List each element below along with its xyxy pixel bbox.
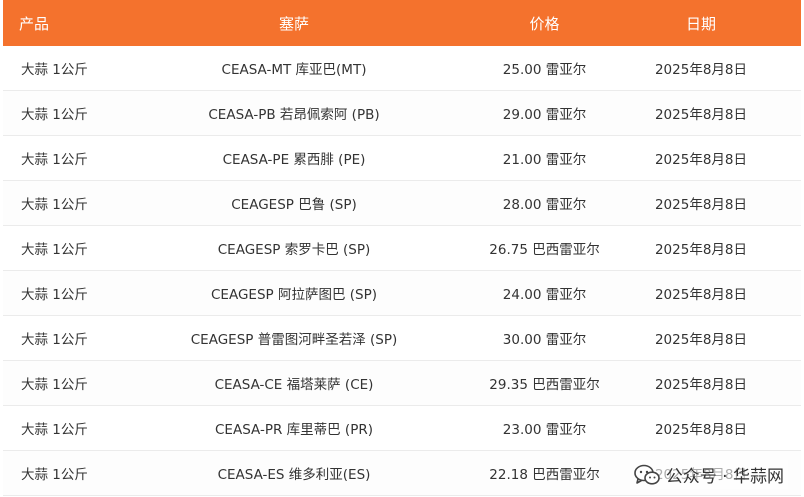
watermark-text: 公众号 · 华蒜网 <box>665 467 784 487</box>
cell-market: CEAGESP 巴鲁 (SP) <box>100 180 488 226</box>
cell-price: 23.00 雷亚尔 <box>488 405 601 451</box>
table-row: 大蒜 1公斤 CEASA-PR 库里蒂巴 (PR) 23.00 雷亚尔 2025… <box>3 405 801 451</box>
header-price[interactable]: 价格 <box>488 0 601 46</box>
price-table: 产品 塞萨 价格 日期 大蒜 1公斤 CEASA-MT 库亚巴(MT) 25.0… <box>3 0 801 496</box>
cell-product: 大蒜 1公斤 <box>3 90 100 136</box>
cell-product: 大蒜 1公斤 <box>3 405 100 451</box>
cell-product: 大蒜 1公斤 <box>3 180 100 226</box>
cell-market: CEAGESP 普雷图河畔圣若泽 (SP) <box>100 315 488 361</box>
cell-date: 2025年8月8日 <box>601 180 801 226</box>
cell-market: CEAGESP 阿拉萨图巴 (SP) <box>100 270 488 316</box>
cell-product: 大蒜 1公斤 <box>3 270 100 316</box>
cell-market: CEAGESP 索罗卡巴 (SP) <box>100 225 488 271</box>
cell-date: 2025年8月8日 <box>601 135 801 181</box>
cell-date: 2025年8月8日 <box>601 90 801 136</box>
price-table-container: 产品 塞萨 价格 日期 大蒜 1公斤 CEASA-MT 库亚巴(MT) 25.0… <box>0 0 804 497</box>
cell-market: CEASA-PR 库里蒂巴 (PR) <box>100 405 488 451</box>
cell-market: CEASA-MT 库亚巴(MT) <box>100 46 488 91</box>
cell-price: 25.00 雷亚尔 <box>488 46 601 91</box>
cell-price: 29.00 雷亚尔 <box>488 90 601 136</box>
header-product[interactable]: 产品 <box>3 0 100 46</box>
cell-price: 22.18 巴西雷亚尔 <box>488 450 601 496</box>
cell-market: CEASA-PB 若昂佩索阿 (PB) <box>100 90 488 136</box>
cell-product: 大蒜 1公斤 <box>3 450 100 496</box>
cell-date: 2025年8月8日 <box>601 360 801 406</box>
table-row: 大蒜 1公斤 CEAGESP 索罗卡巴 (SP) 26.75 巴西雷亚尔 202… <box>3 225 801 271</box>
cell-date: 2025年8月8日 <box>601 315 801 361</box>
table-row: 大蒜 1公斤 CEAGESP 普雷图河畔圣若泽 (SP) 30.00 雷亚尔 2… <box>3 315 801 361</box>
watermark: 公众号 · 华蒜网 <box>629 460 788 489</box>
cell-date: 2025年8月8日 <box>601 405 801 451</box>
cell-product: 大蒜 1公斤 <box>3 135 100 181</box>
cell-date: 2025年8月8日 <box>601 46 801 91</box>
cell-date: 2025年8月8日 <box>601 270 801 316</box>
table-row: 大蒜 1公斤 CEASA-PE 累西腓 (PE) 21.00 雷亚尔 2025年… <box>3 135 801 181</box>
table-row: 大蒜 1公斤 CEASA-MT 库亚巴(MT) 25.00 雷亚尔 2025年8… <box>3 46 801 91</box>
cell-product: 大蒜 1公斤 <box>3 360 100 406</box>
cell-price: 21.00 雷亚尔 <box>488 135 601 181</box>
table-row: 大蒜 1公斤 CEAGESP 巴鲁 (SP) 28.00 雷亚尔 2025年8月… <box>3 180 801 226</box>
cell-product: 大蒜 1公斤 <box>3 315 100 361</box>
table-row: 大蒜 1公斤 CEASA-PB 若昂佩索阿 (PB) 29.00 雷亚尔 202… <box>3 90 801 136</box>
cell-market: CEASA-CE 福塔莱萨 (CE) <box>100 360 488 406</box>
cell-product: 大蒜 1公斤 <box>3 46 100 91</box>
cell-date: 2025年8月8日 <box>601 225 801 271</box>
wechat-icon <box>633 464 660 485</box>
header-market[interactable]: 塞萨 <box>100 0 488 46</box>
cell-price: 29.35 巴西雷亚尔 <box>488 360 601 406</box>
cell-market: CEASA-PE 累西腓 (PE) <box>100 135 488 181</box>
table-row: 大蒜 1公斤 CEAGESP 阿拉萨图巴 (SP) 24.00 雷亚尔 2025… <box>3 270 801 316</box>
header-date[interactable]: 日期 <box>601 0 801 46</box>
cell-market: CEASA-ES 维多利亚(ES) <box>100 450 488 496</box>
cell-price: 24.00 雷亚尔 <box>488 270 601 316</box>
cell-price: 26.75 巴西雷亚尔 <box>488 225 601 271</box>
table-row: 大蒜 1公斤 CEASA-CE 福塔莱萨 (CE) 29.35 巴西雷亚尔 20… <box>3 360 801 406</box>
table-header-row: 产品 塞萨 价格 日期 <box>3 0 801 46</box>
cell-price: 30.00 雷亚尔 <box>488 315 601 361</box>
cell-price: 28.00 雷亚尔 <box>488 180 601 226</box>
cell-product: 大蒜 1公斤 <box>3 225 100 271</box>
